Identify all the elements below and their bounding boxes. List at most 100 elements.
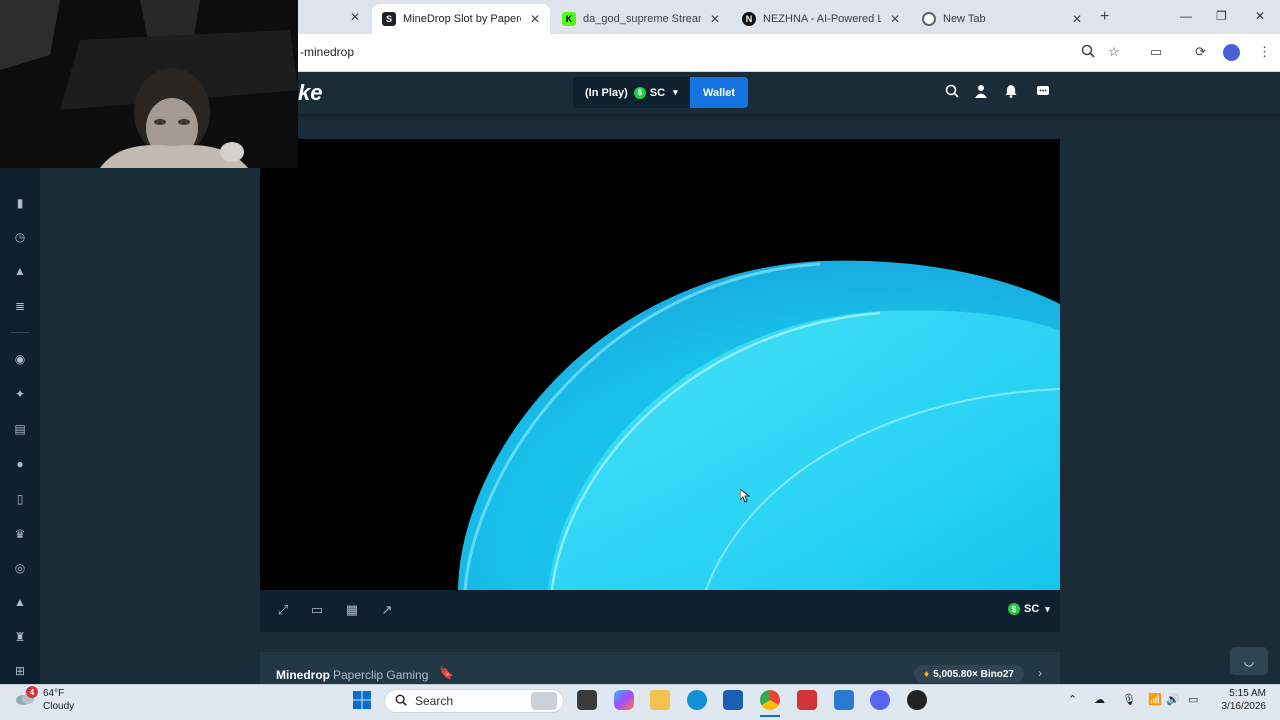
- site-logo[interactable]: ke: [298, 80, 322, 106]
- stake-favicon-icon: S: [382, 12, 396, 26]
- new-tab-button[interactable]: +: [1100, 8, 1109, 26]
- chevron-right-icon[interactable]: ›: [1038, 666, 1042, 680]
- game-title[interactable]: Minedrop: [276, 668, 330, 682]
- microphone-icon[interactable]: 🎙: [1122, 693, 1136, 706]
- tab-label: New Tab: [943, 13, 986, 25]
- tab-new-tab[interactable]: New Tab ✕: [912, 4, 1092, 34]
- close-window-icon[interactable]: ✕: [1255, 9, 1265, 23]
- webcam-feed: [0, 0, 298, 168]
- weather-condition[interactable]: Cloudy: [43, 701, 74, 712]
- letter-l-app-icon[interactable]: [797, 690, 817, 710]
- search-icon[interactable]: [944, 84, 960, 100]
- close-icon[interactable]: ✕: [350, 10, 360, 24]
- close-icon[interactable]: ✕: [710, 12, 720, 26]
- weather-temperature[interactable]: 64°F: [43, 688, 64, 699]
- balance-label: (In Play): [585, 86, 628, 99]
- close-icon[interactable]: ✕: [1072, 12, 1082, 26]
- sweeps-coin-icon: $: [1008, 603, 1020, 615]
- url-field[interactable]: -minedrop: [300, 45, 354, 59]
- stats-chart-icon[interactable]: ▦: [344, 602, 360, 618]
- notifications-bell-icon[interactable]: [1003, 84, 1019, 100]
- chrome-icon[interactable]: [760, 690, 780, 710]
- bookmark-icon[interactable]: 🔖: [439, 666, 454, 680]
- live-support-button[interactable]: ◡: [1230, 647, 1268, 675]
- nezhna-favicon-icon: N: [742, 12, 756, 26]
- minimize-icon[interactable]: —: [1180, 9, 1192, 23]
- clock-time[interactable]: 5:15 AM: [1224, 688, 1266, 699]
- cards-icon[interactable]: ▤: [12, 422, 28, 438]
- obs-icon[interactable]: [907, 690, 927, 710]
- grid-icon[interactable]: ⊞: [12, 664, 28, 680]
- chevron-down-icon: ▾: [673, 87, 678, 97]
- cast-icon[interactable]: ▭: [1150, 44, 1162, 60]
- wallet-button[interactable]: Wallet: [690, 77, 748, 108]
- coins-icon[interactable]: ◉: [12, 352, 28, 368]
- bookmark-star-icon[interactable]: ☆: [1108, 44, 1120, 60]
- tab-kick-stream[interactable]: K da_god_supreme Stream - ✕: [552, 4, 730, 34]
- task-view-icon[interactable]: [577, 690, 597, 710]
- game-currency-selector[interactable]: $ SC ▾: [1008, 603, 1050, 615]
- menu-kebab-icon[interactable]: ⋮: [1258, 44, 1271, 60]
- target-icon[interactable]: ◎: [12, 561, 28, 577]
- slot-machine-icon[interactable]: ▯: [12, 492, 28, 508]
- flask-icon[interactable]: ▲: [12, 264, 28, 280]
- zoom-icon[interactable]: [1081, 44, 1095, 61]
- sparkle-icon[interactable]: ✦: [12, 387, 28, 403]
- clock-icon[interactable]: ◷: [12, 230, 28, 246]
- active-app-indicator: [760, 715, 780, 717]
- file-explorer-icon[interactable]: [650, 690, 670, 710]
- edge-icon[interactable]: [687, 690, 707, 710]
- show-hidden-icons-chevron[interactable]: ⌃: [1068, 693, 1077, 706]
- screen: ✕ S MineDrop Slot by Paperclip ✕ K da_go…: [0, 0, 1280, 720]
- chrome-favicon-icon: [922, 12, 936, 26]
- big-win-badge[interactable]: ♦ 5,005.80× Bino27: [914, 665, 1024, 683]
- divider: [10, 332, 30, 333]
- mouse-cursor-icon: [740, 489, 750, 503]
- trophy-icon: ♦: [924, 668, 930, 680]
- restore-icon[interactable]: ❐: [1216, 9, 1227, 23]
- fire-icon[interactable]: ●: [12, 457, 28, 473]
- profile-avatar[interactable]: [1223, 44, 1240, 61]
- balance-selector[interactable]: (In Play) $ SC ▾: [573, 77, 690, 108]
- chevron-down-icon: ▾: [1045, 603, 1050, 614]
- close-icon[interactable]: ✕: [890, 12, 900, 26]
- kick-favicon-icon: K: [562, 12, 576, 26]
- discord-icon[interactable]: [870, 690, 890, 710]
- left-sidebar: ▮ ◷ ▲ ≣ ◉ ✦ ▤ ● ▯ ♛ ◎ ▲ ♜ ⊞: [0, 114, 40, 684]
- onedrive-icon[interactable]: ☁: [1094, 693, 1105, 706]
- wifi-icon[interactable]: 📶: [1148, 693, 1162, 706]
- crown-icon[interactable]: ♛: [12, 527, 28, 543]
- game-canvas[interactable]: [260, 139, 1060, 590]
- battery-icon[interactable]: ▭: [1188, 693, 1198, 706]
- search-highlight-icon: [531, 692, 557, 710]
- currency-label: SC: [649, 86, 666, 99]
- theatre-mode-icon[interactable]: ▭: [309, 602, 325, 618]
- copilot-icon[interactable]: [614, 690, 634, 710]
- potion-icon[interactable]: ▲: [12, 595, 28, 611]
- tab-label: MineDrop Slot by Paperclip: [403, 13, 521, 25]
- fullscreen-icon[interactable]: ⤢: [275, 602, 291, 618]
- taskbar-search[interactable]: Search: [384, 689, 564, 713]
- headset-icon: ◡: [1243, 654, 1255, 668]
- chat-icon[interactable]: [1035, 84, 1051, 100]
- outlook-icon[interactable]: [834, 690, 854, 710]
- search-label: Search: [415, 694, 454, 708]
- tab-nezhna[interactable]: N NEZHNA - AI-Powered Live ✕: [732, 4, 910, 34]
- popout-icon[interactable]: ↗: [379, 602, 395, 618]
- windows-taskbar: [0, 684, 1280, 720]
- user-icon[interactable]: [973, 84, 989, 100]
- game-provider[interactable]: Paperclip Gaming: [333, 668, 428, 682]
- bookmark-icon[interactable]: ▮: [12, 196, 28, 212]
- extensions-icon[interactable]: ⟳: [1195, 44, 1206, 60]
- document-icon[interactable]: ≣: [12, 299, 28, 315]
- trophy-icon[interactable]: ♜: [12, 630, 28, 646]
- clock-date[interactable]: 3/16/2026: [1216, 701, 1267, 712]
- tab-minedrop[interactable]: S MineDrop Slot by Paperclip ✕: [372, 4, 550, 34]
- close-icon[interactable]: ✕: [530, 12, 540, 26]
- volume-icon[interactable]: 🔊: [1166, 693, 1180, 706]
- store-icon[interactable]: [723, 690, 743, 710]
- bloom-graphic: [458, 260, 1060, 590]
- windows-start-icon[interactable]: [352, 690, 372, 710]
- sidebar-panel: [40, 168, 260, 684]
- big-win-text: 5,005.80× Bino27: [933, 668, 1014, 680]
